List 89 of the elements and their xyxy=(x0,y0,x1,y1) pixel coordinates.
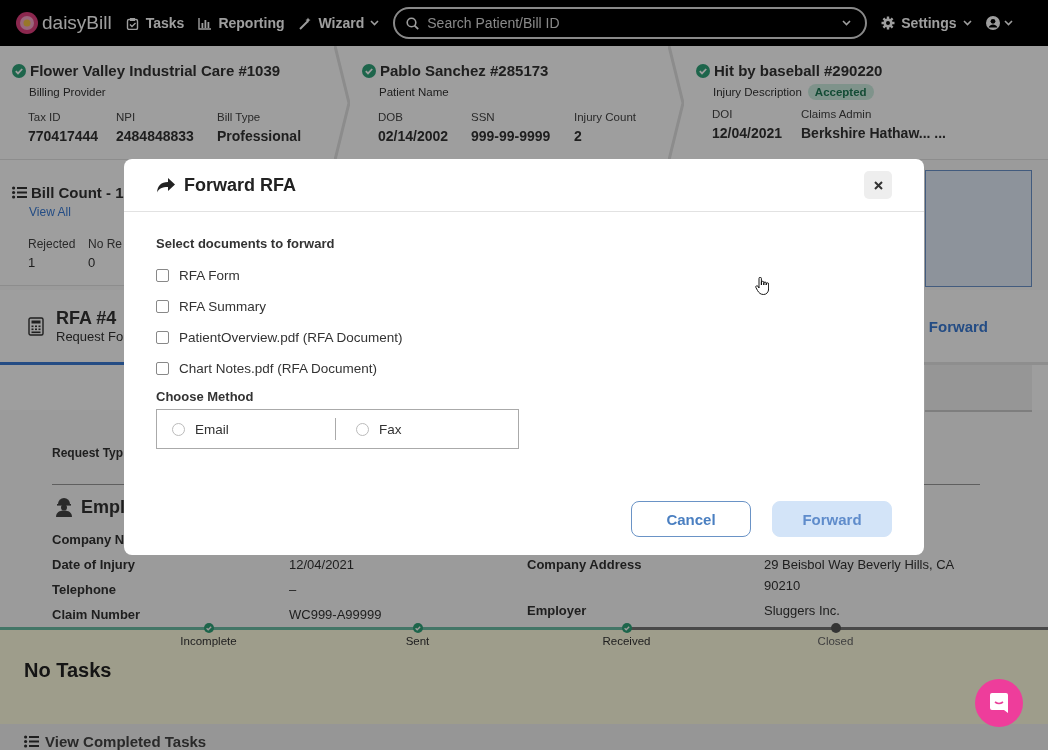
field-label: Telephone xyxy=(52,581,118,599)
logo-text[interactable]: daisyBill xyxy=(42,12,112,34)
radio-label: Fax xyxy=(379,421,402,437)
field-value: 770417444 xyxy=(28,128,100,144)
calculator-document-icon xyxy=(28,316,44,336)
field-value: WC999-A99999 xyxy=(289,606,383,624)
field-value: Sluggers Inc. xyxy=(764,602,841,620)
worker-icon xyxy=(55,497,73,517)
tasks-title: No Tasks xyxy=(23,658,113,682)
user-menu[interactable] xyxy=(985,16,1013,30)
step-label: Received xyxy=(602,635,651,647)
field-value: 2484848833 xyxy=(116,128,195,144)
checkbox[interactable] xyxy=(156,269,169,282)
caret-icon xyxy=(1003,20,1013,26)
field-label: NPI xyxy=(116,111,137,123)
field-value: Professional xyxy=(217,128,302,144)
checkbox-label: RFA Summary xyxy=(179,299,267,314)
user-avatar-icon xyxy=(985,16,1000,30)
share-arrow-icon xyxy=(156,177,176,193)
search-icon xyxy=(406,17,420,30)
step-label: Incomplete xyxy=(180,635,237,647)
flower-logo-icon xyxy=(16,12,38,34)
rfa-title: RFA #4 xyxy=(56,308,118,329)
nav-link[interactable]: Tasks xyxy=(125,15,185,31)
field-label: Company Address xyxy=(527,556,643,574)
summary-title: Pablo Sanchez #285173 xyxy=(380,62,549,79)
list-icon xyxy=(12,186,27,199)
field-label: Injury Count xyxy=(574,111,636,123)
settings-icon xyxy=(881,16,896,30)
field-label: DOB xyxy=(378,111,404,123)
chat-icon xyxy=(989,692,1009,714)
nav-link[interactable]: Wizard xyxy=(298,15,380,31)
stat-value: 0 xyxy=(88,255,97,270)
summary-subtitle: Patient Name xyxy=(379,86,449,98)
magic-wand-icon xyxy=(298,16,313,30)
field-label: Bill Type xyxy=(217,111,262,123)
bar-chart-icon xyxy=(198,16,213,30)
close-button[interactable] xyxy=(864,171,892,199)
rfa-subtitle: Request Fo xyxy=(56,329,124,344)
stat-value: 1 xyxy=(28,255,37,270)
field-value: – xyxy=(289,581,298,599)
field-label: Tax ID xyxy=(28,111,62,123)
field-value: 2 xyxy=(574,128,583,144)
step-label: Sent xyxy=(405,635,430,647)
field-label: SSN xyxy=(471,111,496,123)
checkbox-label: Chart Notes.pdf (RFA Document) xyxy=(179,361,378,376)
stat-label: Rejected xyxy=(28,237,77,251)
search-field[interactable]: Search Patient/Bill ID xyxy=(393,7,868,39)
field-label: Company N xyxy=(52,531,126,549)
checkbox[interactable] xyxy=(156,300,169,313)
summary-subtitle: Injury Description xyxy=(713,86,802,98)
summary-subtitle: Billing Provider xyxy=(29,86,106,98)
view-completed-tasks-link[interactable]: View Completed Tasks xyxy=(24,733,207,750)
clipboard-check-icon xyxy=(125,16,140,30)
field-label: Claims Admin xyxy=(801,108,873,120)
caret-icon xyxy=(962,20,972,26)
field-value: 02/14/2002 xyxy=(378,128,450,144)
field-value: 29 Beisbol Way Beverly Hills, CA 90210 xyxy=(764,556,955,595)
checkbox[interactable] xyxy=(156,331,169,344)
section-title: Empl xyxy=(81,496,125,518)
dialog-title: Forward RFA xyxy=(184,174,296,196)
section-label: Choose Method xyxy=(156,389,255,404)
nav-link[interactable]: Reporting xyxy=(198,15,285,31)
checkbox-label: RFA Form xyxy=(179,268,240,283)
checkbox-label: PatientOverview.pdf (RFA Document) xyxy=(179,330,403,345)
field-value: Berkshire Hathaw... ... xyxy=(801,125,946,141)
list-icon xyxy=(24,735,39,748)
field-label: Claim Number xyxy=(52,606,142,624)
field-label: Employer xyxy=(527,602,588,620)
field-label: Request Typ xyxy=(52,446,124,460)
field-label: Date of Injury xyxy=(52,556,137,574)
radio-label: Email xyxy=(195,421,229,437)
stat-label: No Re xyxy=(88,237,123,251)
settings-menu[interactable]: Settings xyxy=(881,15,972,31)
close-icon xyxy=(873,180,883,190)
section-label: Select documents to forward xyxy=(156,236,336,251)
step-label: Closed xyxy=(817,635,854,647)
status-badge: Accepted xyxy=(807,84,874,100)
cancel-button[interactable]: Cancel xyxy=(631,501,751,537)
checkbox[interactable] xyxy=(156,362,169,375)
field-value: 12/04/2021 xyxy=(712,125,784,141)
summary-title: Hit by baseball #290220 xyxy=(714,62,883,79)
field-label: DOI xyxy=(712,108,734,120)
field-value: 999-99-9999 xyxy=(471,128,552,144)
field-value: 12/04/2021 xyxy=(289,556,356,574)
caret-icon xyxy=(842,20,852,26)
hand-pointer-icon xyxy=(755,277,769,295)
summary-title: Flower Valley Industrial Care #1039 xyxy=(30,62,281,79)
bill-count-title: Bill Count - 1 xyxy=(31,184,124,201)
